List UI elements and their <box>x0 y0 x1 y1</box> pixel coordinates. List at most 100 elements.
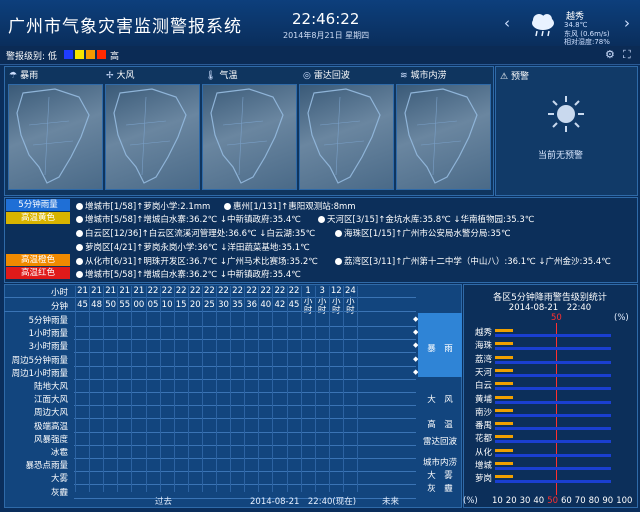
alert-level-label: 警报级别: 低 <box>6 52 57 62</box>
hour-col-label: 22 <box>175 286 187 296</box>
bar-orange[interactable] <box>495 462 514 465</box>
tag-high-temp-red: 高温红色 <box>6 267 70 279</box>
bar-orange[interactable] <box>495 435 514 439</box>
bar-blue[interactable] <box>495 467 611 470</box>
prev-location-arrow-icon[interactable]: ‹ <box>504 14 510 32</box>
district-label: 增城 <box>474 461 492 471</box>
alert-item[interactable]: 增城市[5/58]↑增城白水寨:36.2℃ ↓中新镇政府:35.4℃ <box>76 213 301 225</box>
grid-row-label: 周边大风 <box>33 408 68 419</box>
tab-rainstorm-label: 暴雨 <box>20 71 39 81</box>
flood-map[interactable] <box>396 84 491 190</box>
minute-col-label: 25 <box>203 300 215 310</box>
temperature-map[interactable] <box>202 84 297 190</box>
radar-map[interactable] <box>299 84 394 190</box>
grid-header-line <box>4 297 416 298</box>
bar-orange[interactable] <box>495 355 514 359</box>
grid-col-line <box>328 286 330 492</box>
flood-icon: ≋ <box>400 71 408 81</box>
gale-map[interactable] <box>105 84 200 190</box>
sun-icon <box>544 92 588 139</box>
grid-row-label: 周边1小时雨量 <box>11 368 68 379</box>
future-col-label: 时 <box>303 306 313 316</box>
grid-row-label: 极端高温 <box>33 421 68 432</box>
bar-blue[interactable] <box>495 373 611 377</box>
alert-item[interactable]: 白云区[12/36]↑白云区流溪河管理处:36.6℃ ↓白云湖:35℃ <box>76 227 315 239</box>
district-label: 番禺 <box>474 421 492 432</box>
bar-blue[interactable] <box>495 360 611 364</box>
level-yellow-swatch <box>75 50 84 59</box>
category-label[interactable]: 高 温 <box>418 418 462 430</box>
alert-item[interactable]: 增城市[5/58]↑增城白水寨:36.2℃ ↓中新镇政府:35.4℃ <box>76 268 301 280</box>
bar-blue[interactable] <box>495 480 611 484</box>
bar-blue[interactable] <box>495 347 611 351</box>
alert-item[interactable]: 惠州[1/131]↑惠阳观测站:8mm <box>224 200 356 212</box>
minute-col-label: 50 <box>105 300 117 310</box>
category-label[interactable]: 大 雾 <box>418 469 462 481</box>
grid-col-line <box>201 286 203 492</box>
grid-col-line <box>286 286 288 492</box>
tab-gale[interactable]: ✢ 大风 <box>106 68 135 81</box>
grid-col-line <box>117 286 119 492</box>
next-location-arrow-icon[interactable]: › <box>624 14 630 32</box>
bar-orange[interactable] <box>495 448 514 452</box>
bar-blue[interactable] <box>495 387 611 391</box>
grid-row-label: 江面大风 <box>33 395 68 406</box>
bar-blue[interactable] <box>495 427 611 431</box>
grid-row-label: 1小时雨量 <box>28 329 68 340</box>
grid-col-line <box>342 286 344 492</box>
bar-orange[interactable] <box>495 329 514 332</box>
grid-col-line <box>173 286 175 492</box>
district-label: 天河 <box>474 367 492 378</box>
alert-item[interactable]: 海珠区[1/15]↑广州市公安局水警分局:35℃ <box>335 227 511 239</box>
stats-marker-label: 50 <box>551 313 562 323</box>
category-label[interactable]: 雷达回波 <box>418 435 462 447</box>
fullscreen-icon[interactable]: ⛶ <box>623 48 631 62</box>
hour-col-label: 22 <box>147 286 159 296</box>
axis-tick-label: 60 <box>561 496 572 506</box>
grid-col-line <box>131 286 133 492</box>
bar-orange[interactable] <box>495 408 514 412</box>
grid-row-label: 冰雹 <box>50 448 68 458</box>
settings-gear-icon[interactable]: ⚙ <box>605 48 615 61</box>
alert-item[interactable]: 增城市[1/58]↑萝岗小学:2.1mm <box>76 200 210 212</box>
bar-orange[interactable] <box>495 422 514 426</box>
tab-temperature[interactable]: 🌡 气温 <box>205 68 237 81</box>
rain-icon: ☂ <box>9 71 18 81</box>
alert-item[interactable]: 从化市[6/31]↑明珠开发区:36.7℃ ↓广州马术比赛场:35.2℃ <box>76 255 318 267</box>
alert-item[interactable]: 天河区[3/15]↑金坑水库:35.8℃ ↓华南植物园:35.3℃ <box>318 213 534 225</box>
category-label[interactable]: 暴 雨 <box>418 342 462 354</box>
bar-blue[interactable] <box>495 400 611 404</box>
grid-col-line <box>89 286 91 492</box>
bar-orange[interactable] <box>495 342 514 346</box>
warning-triangle-icon: ⚠ <box>500 72 509 82</box>
minute-col-label: 42 <box>274 300 286 310</box>
bar-blue[interactable] <box>495 453 611 457</box>
bar-orange[interactable] <box>495 395 514 399</box>
stats-unit: (%) <box>614 313 629 323</box>
tab-rainstorm[interactable]: ☂ 暴雨 <box>9 68 38 81</box>
category-label[interactable]: 灰 霾 <box>418 482 462 494</box>
grid-row-label: 灰霾 <box>50 487 68 498</box>
stats-subtitle: 2014-08-21 22:40 <box>508 303 592 313</box>
bar-blue[interactable] <box>495 440 611 444</box>
tag-high-temp-orange: 高温橙色 <box>6 254 70 266</box>
bar-orange[interactable] <box>495 382 514 386</box>
district-label: 从化 <box>474 447 492 458</box>
bar-blue[interactable] <box>495 334 611 337</box>
alert-item[interactable]: 萝岗区[4/21]↑萝岗永岗小学:36℃ ↓洋田蔬菜基地:35.1℃ <box>76 241 310 253</box>
category-label[interactable]: 大 风 <box>418 393 462 405</box>
minute-col-label: 05 <box>147 300 159 310</box>
bar-blue[interactable] <box>495 413 611 417</box>
tab-radar[interactable]: ◎ 雷达回波 <box>303 68 350 81</box>
hour-col-label: 22 <box>260 286 272 296</box>
district-label: 花都 <box>474 434 492 445</box>
axis-tick-label: 50 <box>547 496 559 506</box>
hour-col-label: 22 <box>189 286 201 296</box>
bar-orange[interactable] <box>495 368 514 372</box>
bar-orange[interactable] <box>495 475 514 479</box>
rainstorm-map[interactable] <box>8 84 103 190</box>
tab-flood[interactable]: ≋ 城市内涝 <box>400 68 447 81</box>
category-label[interactable]: 城市内涝 <box>418 456 462 468</box>
minute-col-label: 20 <box>189 300 201 310</box>
alert-item[interactable]: 荔湾区[3/11]↑广州第十二中学（中山八）:36.1℃ ↓广州金沙:35.4℃ <box>335 255 611 267</box>
